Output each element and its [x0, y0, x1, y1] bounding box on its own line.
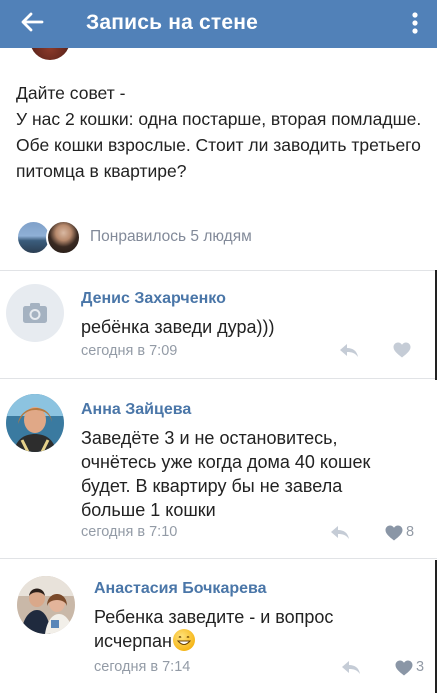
avatar[interactable]	[17, 576, 75, 634]
reply-icon[interactable]	[340, 659, 362, 675]
heart-icon	[393, 342, 411, 358]
reply-icon[interactable]	[329, 524, 351, 540]
avatar[interactable]	[6, 284, 64, 342]
grinning-face-emoji	[172, 629, 195, 651]
comment-date: сегодня в 7:09	[81, 343, 178, 359]
arrow-left-icon[interactable]	[18, 8, 46, 36]
comment-text: Заведёте 3 и не остановитесь, очнётесь у…	[81, 428, 371, 520]
heart-icon	[395, 660, 413, 676]
camera-icon	[23, 303, 47, 323]
post-text: Дайте совет - У нас 2 кошки: одна постар…	[16, 83, 422, 181]
comment-author[interactable]: Денис Захарченко	[81, 290, 226, 308]
comment-author[interactable]: Анастасия Бочкарева	[94, 580, 267, 598]
avatar[interactable]	[6, 394, 64, 452]
app-bar: Запись на стене	[0, 0, 437, 48]
likes-count-label[interactable]: Понравилось 5 людям	[90, 228, 252, 246]
like-button[interactable]	[393, 342, 413, 358]
user-photo	[17, 576, 75, 634]
comment: Денис Захарченко ребёнка заведи дура))) …	[0, 270, 437, 378]
page-title: Запись на стене	[86, 11, 259, 34]
comment-date: сегодня в 7:14	[94, 659, 191, 675]
reply-icon[interactable]	[338, 342, 360, 358]
comment-text: Ребенка заведите - и вопрос исчерпан	[94, 607, 334, 651]
like-button[interactable]: 8	[385, 524, 425, 541]
comment-date: сегодня в 7:10	[81, 524, 178, 540]
heart-icon	[385, 525, 403, 541]
post-author-avatar[interactable]	[30, 48, 70, 60]
like-count: 8	[406, 524, 415, 540]
user-photo	[6, 394, 64, 452]
like-button[interactable]: 3	[395, 659, 435, 676]
comment: Анастасия Бочкарева Ребенка заведите - и…	[0, 558, 437, 693]
liker-avatar[interactable]	[46, 220, 81, 255]
comment-author[interactable]: Анна Зайцева	[81, 401, 191, 419]
more-vertical-icon[interactable]	[408, 8, 422, 38]
like-count: 3	[416, 659, 425, 675]
comment: Анна Зайцева Заведёте 3 и не остановитес…	[0, 378, 437, 558]
comment-text: ребёнка заведи дура)))	[81, 317, 275, 337]
